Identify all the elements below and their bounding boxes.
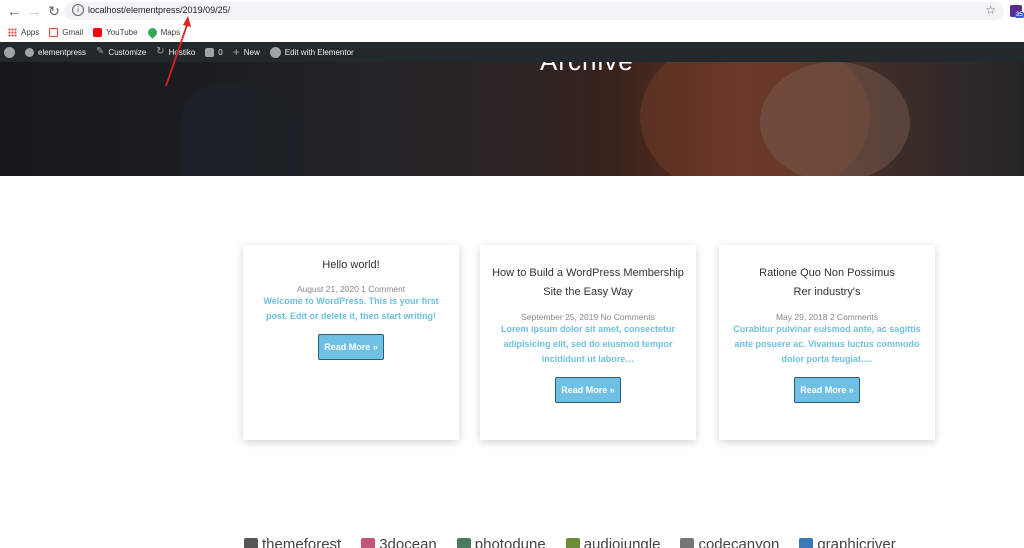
paintbrush-icon: ✎	[96, 46, 105, 57]
post-excerpt: Lorem ipsum dolor sit amet, consectetur …	[500, 324, 676, 364]
logo-text: photodune	[474, 538, 546, 548]
archive-hero: Archive	[0, 62, 1024, 176]
post-card: How to Build a WordPress Membership Site…	[480, 245, 696, 440]
bookmark-label: YouTube	[106, 27, 138, 37]
bookmark-label: Apps	[21, 27, 40, 37]
read-more-button[interactable]: Read More »	[794, 377, 860, 403]
admin-bar-label: Edit with Elementor	[284, 47, 354, 57]
admin-bar-customize[interactable]: ✎ Customize	[96, 47, 146, 57]
logo-mark-icon	[244, 538, 258, 548]
comment-icon	[205, 47, 215, 57]
wp-logo-menu[interactable]	[4, 46, 15, 58]
annotation-arrow-icon	[165, 16, 191, 87]
post-title[interactable]: Hello world!	[243, 256, 459, 275]
extension-badge: 35	[1015, 12, 1024, 18]
logo-text: codecanyon	[698, 538, 780, 548]
partner-logos: themeforest 3docean photodune audiojungl…	[244, 538, 944, 548]
partner-logo[interactable]: codecanyon	[680, 538, 779, 548]
bookmark-youtube[interactable]: YouTube	[93, 27, 138, 37]
post-title[interactable]: Ratione Quo Non Possimus Rer industry's	[719, 264, 935, 302]
apps-grid-icon	[8, 27, 17, 37]
read-more-button[interactable]: Read More »	[318, 334, 384, 360]
logo-text: 3docean	[379, 538, 437, 548]
admin-bar-label: elementpress	[38, 47, 87, 57]
partner-logo[interactable]: audiojungle	[565, 538, 661, 548]
post-excerpt: Welcome to WordPress. This is your first…	[263, 296, 439, 321]
info-icon[interactable]: i	[72, 4, 84, 16]
admin-bar-new[interactable]: + New	[232, 45, 260, 59]
bookmark-label: Gmail	[62, 27, 84, 37]
logo-mark-icon	[565, 538, 580, 548]
plus-icon: +	[232, 45, 240, 59]
admin-bar-site[interactable]: elementpress	[25, 47, 87, 57]
post-card: Hello world! August 21, 2020 1 Comment W…	[243, 245, 459, 440]
post-meta: May 29, 2018 2 Comments	[775, 312, 879, 322]
back-button[interactable]: ←	[6, 3, 22, 19]
post-excerpt: Curabitur pulvinar euismod ante, ac sagi…	[733, 324, 921, 364]
admin-bar-label: 0	[218, 47, 223, 57]
browser-chrome: ← → ↻ i localhost/elementpress/2019/09/2…	[0, 0, 1024, 42]
page-title: Archive	[540, 62, 634, 77]
gmail-icon	[49, 27, 59, 37]
hero-overlay	[0, 62, 1024, 176]
logo-text: audiojungle	[583, 538, 661, 548]
partner-logo[interactable]: photodune	[456, 538, 546, 548]
logo-mark-icon	[361, 538, 376, 548]
dashboard-icon	[25, 47, 34, 57]
partner-logo[interactable]: graphicriver	[799, 538, 896, 548]
post-card: Ratione Quo Non Possimus Rer industry's …	[719, 245, 935, 440]
address-bar[interactable]: i localhost/elementpress/2019/09/25/ ☆	[64, 2, 1004, 20]
admin-bar-comments[interactable]: 0	[205, 47, 223, 57]
bookmark-gmail[interactable]: Gmail	[49, 27, 84, 37]
logo-text: graphicriver	[817, 538, 896, 548]
wp-admin-bar: elementpress ✎ Customize ↻ Hostiko 0 + N…	[0, 42, 1024, 62]
logo-mark-icon	[680, 538, 695, 548]
wordpress-icon	[4, 46, 15, 58]
bookmark-apps[interactable]: Apps	[8, 27, 40, 37]
post-meta: September 25, 2019 No Comments	[521, 312, 655, 322]
admin-bar-elementor[interactable]: Edit with Elementor	[269, 46, 354, 58]
youtube-icon	[93, 27, 103, 37]
read-more-button[interactable]: Read More »	[555, 377, 621, 403]
star-icon[interactable]: ☆	[985, 3, 996, 17]
post-meta: August 21, 2020 1 Comment	[296, 284, 406, 294]
logo-mark-icon	[799, 538, 814, 548]
forward-button[interactable]: →	[26, 3, 42, 19]
reload-button[interactable]: ↻	[46, 3, 62, 19]
bookmarks-bar: Apps Gmail YouTube Maps	[0, 22, 1024, 42]
elementor-icon	[269, 46, 281, 58]
logo-text: themeforest	[262, 538, 342, 548]
post-title[interactable]: How to Build a WordPress Membership Site…	[480, 264, 696, 302]
admin-bar-label: Customize	[108, 47, 147, 57]
maps-pin-icon	[145, 25, 159, 39]
partner-logo[interactable]: 3docean	[361, 538, 437, 548]
partner-logo[interactable]: themeforest	[244, 538, 341, 548]
admin-bar-label: New	[243, 47, 260, 57]
logo-mark-icon	[456, 538, 471, 548]
